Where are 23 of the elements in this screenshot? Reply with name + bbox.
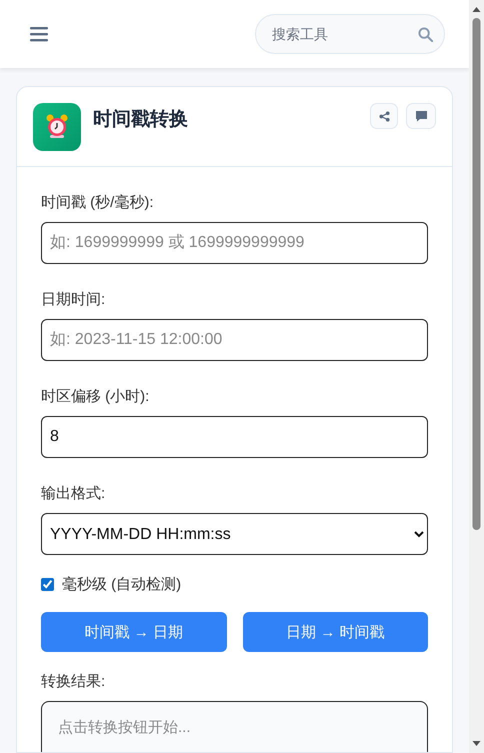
input-field[interactable]: 8 — [41, 416, 428, 458]
field-label: 时间戳 (秒/毫秒): — [41, 193, 154, 212]
checkbox-label: 毫秒级 (自动检测) — [62, 575, 182, 594]
alarm-clock-icon — [33, 103, 81, 151]
search-field[interactable]: 搜索工具 — [255, 14, 445, 54]
convert-button[interactable]: 时间戳 → 日期 — [41, 612, 226, 652]
comment-icon[interactable] — [414, 110, 428, 122]
format-select[interactable]: YYYY-MM-DD HH:mm:ss — [41, 513, 428, 555]
share-icon[interactable] — [378, 110, 390, 122]
checkbox[interactable] — [41, 578, 54, 591]
input-field[interactable]: 如: 1699999999 或 1699999999999 — [41, 222, 428, 264]
field-label: 时区偏移 (小时): — [41, 387, 150, 406]
comment-button[interactable] — [406, 103, 436, 129]
result-box[interactable]: 点击转换按钮开始... — [41, 701, 428, 752]
field-label: 输出格式: — [41, 484, 106, 503]
field-label: 转换结果: — [41, 672, 106, 691]
field-label: 日期时间: — [41, 290, 106, 309]
search-icon[interactable] — [418, 27, 433, 42]
share-button[interactable] — [370, 103, 398, 129]
convert-button[interactable]: 日期 → 时间戳 — [242, 612, 428, 652]
tool-title: 时间戳转换 — [93, 108, 189, 132]
menu-icon[interactable] — [30, 26, 48, 42]
input-field[interactable]: 如: 2023-11-15 12:00:00 — [41, 319, 428, 361]
